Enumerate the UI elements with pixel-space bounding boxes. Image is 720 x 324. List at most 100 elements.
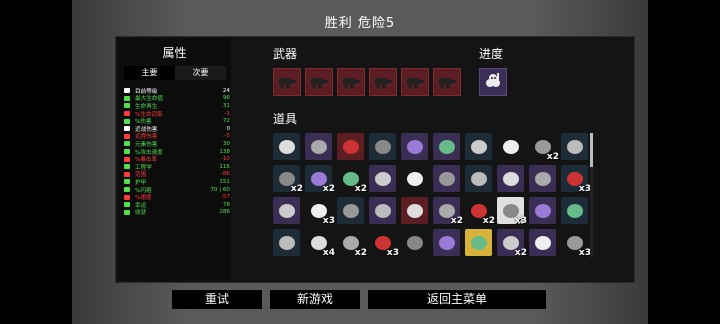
tab-primary[interactable]: 主要	[124, 66, 175, 80]
item-slot[interactable]: x3	[497, 197, 527, 226]
item-slot[interactable]	[529, 165, 556, 192]
turret-weapon-icon[interactable]	[401, 68, 429, 96]
item-slot[interactable]	[497, 133, 524, 160]
dodge-icon	[124, 187, 130, 193]
item-slot[interactable]	[369, 165, 396, 192]
item-slot[interactable]: x3	[561, 165, 591, 194]
stat-value: 286	[219, 209, 230, 216]
shell-icon	[438, 235, 455, 250]
item-slot[interactable]: x2	[337, 165, 367, 194]
bandage-icon	[470, 139, 487, 154]
top-hat-icon	[374, 171, 391, 186]
item-slot[interactable]: x2	[433, 197, 463, 226]
stats-tabbar: 主要 次要	[124, 66, 226, 80]
item-slot[interactable]: x2	[305, 165, 335, 194]
item-slot[interactable]	[273, 133, 300, 160]
item-slot[interactable]	[433, 165, 460, 192]
item-slot[interactable]	[433, 133, 460, 160]
hooded-eye-icon	[374, 139, 391, 154]
item-slot[interactable]	[561, 197, 588, 224]
item-slot[interactable]	[401, 229, 428, 256]
stat-list: 目前等级 24 最大生命值 96 生命再生 31 %生命窃取 -1 %伤害 72 近战伤害 0 远程伤害…	[124, 87, 230, 216]
stat-value: 24	[222, 87, 230, 94]
turret-weapon-icon[interactable]	[337, 68, 365, 96]
retry-button[interactable]: 重试	[172, 290, 262, 309]
net-icon	[406, 235, 423, 250]
elemental-icon	[124, 141, 130, 147]
item-slot[interactable]: x2	[273, 165, 303, 194]
item-slot[interactable]	[369, 197, 396, 224]
robot-face-icon	[278, 139, 295, 154]
item-slot[interactable]	[529, 229, 556, 256]
melee-icon	[124, 126, 130, 132]
scrollbar-thumb[interactable]	[590, 133, 593, 167]
item-count: x3	[322, 216, 335, 226]
frog-icon	[534, 171, 551, 186]
turret-weapon-icon[interactable]	[273, 68, 301, 96]
tab-secondary[interactable]: 次要	[175, 66, 226, 80]
item-slot[interactable]	[305, 133, 332, 160]
new-game-button[interactable]: 新游戏	[270, 290, 360, 309]
items-scrollbar[interactable]	[590, 133, 593, 257]
cap-icon	[470, 171, 487, 186]
item-slot[interactable]: x3	[369, 229, 399, 257]
speed-icon	[124, 194, 130, 200]
luck-icon	[124, 202, 130, 208]
left-letterbox	[0, 0, 72, 324]
main-menu-button[interactable]: 返回主菜单	[368, 290, 546, 309]
item-slot[interactable]	[369, 133, 396, 160]
item-slot[interactable]: x4	[305, 229, 335, 257]
stat-value: -57	[220, 194, 230, 201]
item-slot[interactable]	[273, 197, 300, 224]
flag-icon	[278, 235, 295, 250]
item-slot[interactable]	[497, 165, 524, 192]
item-slot[interactable]: x3	[561, 229, 591, 257]
stat-value: 96	[222, 95, 230, 102]
ghost-icon	[502, 139, 519, 154]
skull-icon	[534, 235, 551, 250]
turret-weapon-icon[interactable]	[433, 68, 461, 96]
item-count: x2	[290, 184, 303, 194]
item-slot[interactable]: x3	[305, 197, 335, 226]
turret-weapon-icon[interactable]	[369, 68, 397, 96]
gauntlet-icon	[310, 139, 327, 154]
item-slot[interactable]	[529, 197, 556, 224]
item-slot[interactable]	[561, 133, 588, 160]
claw-slash-icon	[534, 203, 551, 218]
item-slot[interactable]: x2	[497, 229, 527, 257]
skull-mask-icon	[566, 139, 583, 154]
item-slot[interactable]: x2	[337, 229, 367, 257]
plank-icon	[502, 171, 519, 186]
item-slot[interactable]	[465, 229, 492, 256]
stat-value: 151	[219, 178, 230, 185]
damage-icon	[124, 118, 130, 124]
treasure-icon	[470, 235, 487, 250]
item-count: x3	[514, 216, 527, 226]
turret-weapon-icon[interactable]	[305, 68, 333, 96]
item-slot[interactable]	[465, 165, 492, 192]
lifesteal-icon	[124, 111, 130, 117]
wrench-icon	[342, 139, 359, 154]
item-slot[interactable]	[401, 165, 428, 192]
item-slot[interactable]: x2	[529, 133, 559, 162]
progress-label: 进度	[479, 47, 504, 61]
character-progress-icon[interactable]	[479, 68, 507, 96]
stat-value: -1	[224, 110, 230, 117]
chameleon-icon	[342, 203, 359, 218]
armor-icon	[124, 179, 130, 185]
item-slot[interactable]	[465, 133, 492, 160]
item-slot[interactable]	[433, 229, 460, 256]
item-slot[interactable]	[273, 229, 300, 256]
crit-icon	[124, 156, 130, 162]
stat-value: -5	[224, 133, 230, 140]
item-count: x2	[322, 184, 335, 194]
regen-icon	[124, 103, 130, 109]
item-slot[interactable]	[337, 133, 364, 160]
item-slot[interactable]: x2	[465, 197, 495, 226]
stat-value: 138	[219, 148, 230, 155]
item-slot[interactable]	[401, 197, 428, 224]
ranged-icon	[124, 133, 130, 139]
item-slot[interactable]	[337, 197, 364, 224]
item-count: x2	[546, 152, 559, 162]
item-slot[interactable]	[401, 133, 428, 160]
